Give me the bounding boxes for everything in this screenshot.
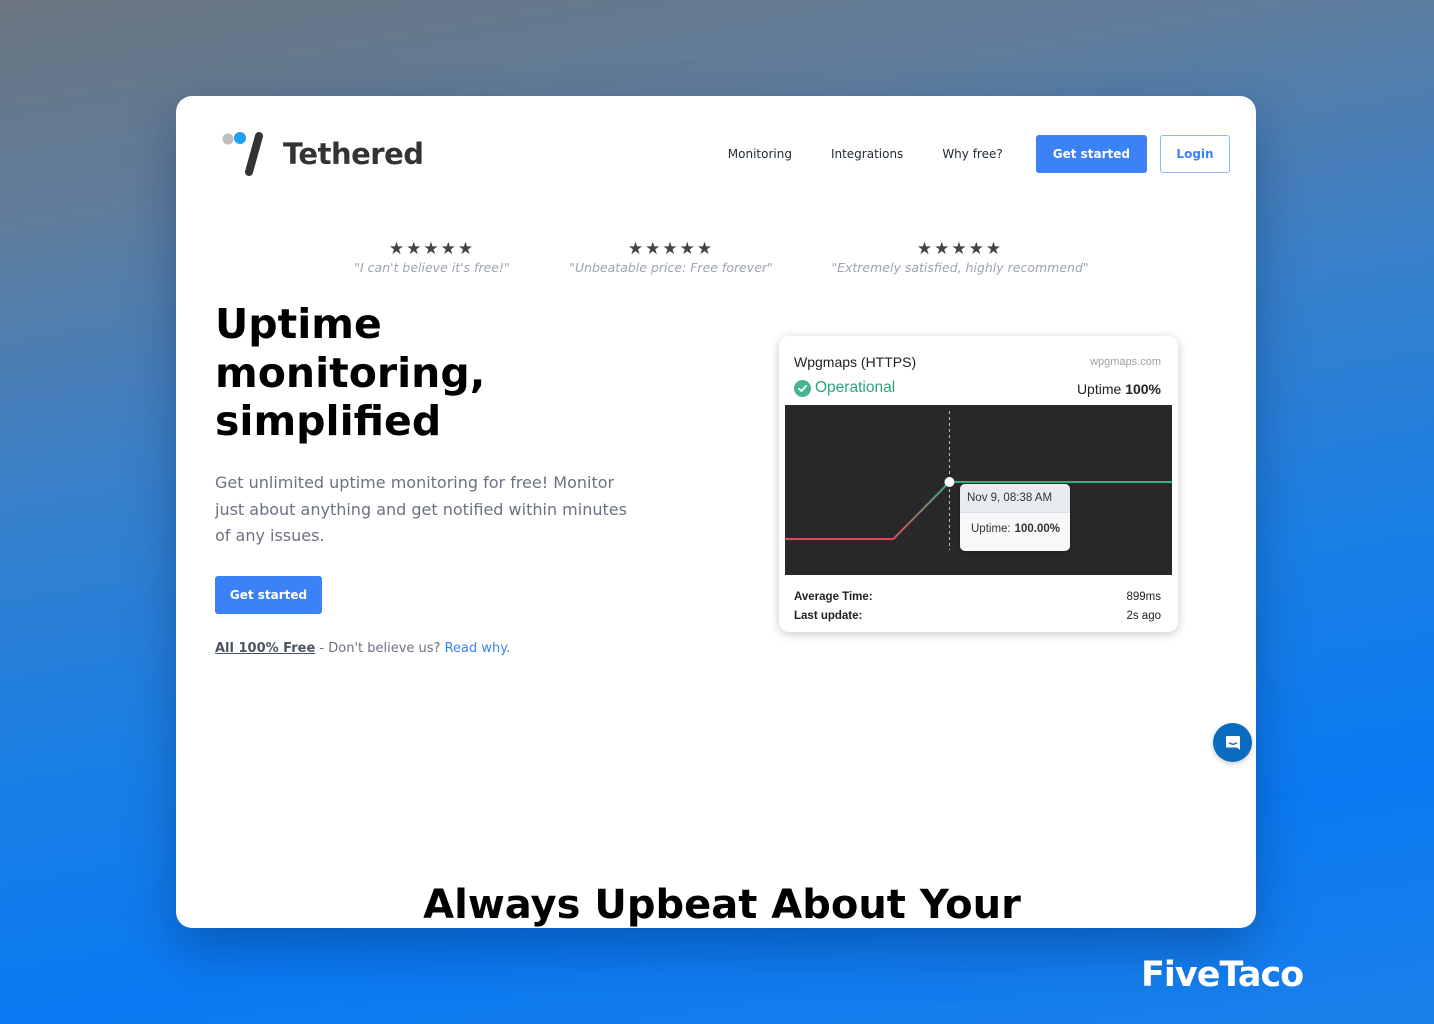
review-quote: "Extremely satisfied, highly recommend" <box>831 260 1089 275</box>
stat-value: 2s ago <box>1126 610 1161 622</box>
headline-line: Uptime <box>215 300 382 348</box>
review-3: ★★★★★ "Extremely satisfied, highly recom… <box>828 240 1092 275</box>
nav-link-integrations[interactable]: Integrations <box>831 147 903 161</box>
review-quote: "I can't believe it's free!" <box>354 260 510 275</box>
tethered-logo-icon <box>222 132 263 176</box>
chart-line-segment <box>892 481 951 540</box>
star-rating-icon: ★★★★★ <box>388 239 476 259</box>
chart-tooltip: Nov 9, 08:38 AM Uptime: 100.00% <box>960 484 1070 551</box>
uptime-value: 100% <box>1125 381 1161 397</box>
free-note: All 100% Free - Don't believe us? Read w… <box>215 641 510 656</box>
review-2: ★★★★★ "Unbeatable price: Free forever" <box>566 240 776 275</box>
fivetaco-watermark: FiveTaco <box>1141 955 1304 995</box>
star-rating-icon: ★★★★★ <box>627 239 715 259</box>
star-rating-icon: ★★★★★ <box>916 239 1004 259</box>
free-note-text: - Don't believe us? <box>315 641 445 656</box>
stat-value: 899ms <box>1126 591 1161 603</box>
read-why-link[interactable]: Read why <box>445 641 507 656</box>
brand-name: Tethered <box>283 137 424 171</box>
status-badge: Operational <box>794 379 895 397</box>
uptime-label: Uptime <box>1076 381 1122 397</box>
top-nav: Monitoring Integrations Why free? Get st… <box>728 135 1230 173</box>
nav-link-why-free[interactable]: Why free? <box>942 147 1002 161</box>
hero-subtext: Get unlimited uptime monitoring for free… <box>215 473 627 545</box>
chat-widget-button[interactable] <box>1213 723 1252 762</box>
monitor-title: Wpgmaps (HTTPS) <box>794 354 917 370</box>
hero-get-started-button[interactable]: Get started <box>215 576 322 614</box>
stat-last-update: Last update: 2s ago <box>794 610 1161 622</box>
chat-bubble-icon <box>1225 735 1240 750</box>
uptime-summary: Uptime 100% <box>1077 381 1161 397</box>
browser-frame: Tethered Monitoring Integrations Why fre… <box>176 96 1256 928</box>
review-quote: "Unbeatable price: Free forever" <box>569 260 773 275</box>
logo[interactable]: Tethered <box>221 130 424 178</box>
all-free-link[interactable]: All 100% Free <box>215 641 315 656</box>
tooltip-value: 100.00% <box>1014 523 1061 535</box>
nav-link-monitoring[interactable]: Monitoring <box>728 147 792 161</box>
get-started-button[interactable]: Get started <box>1035 135 1147 173</box>
stat-average-time: Average Time: 899ms <box>794 591 1161 603</box>
stat-label: Last update: <box>794 610 863 622</box>
tooltip-label: Uptime: <box>971 523 1011 535</box>
check-circle-icon <box>794 379 811 397</box>
hero-headline: Uptime monitoring, simplified <box>215 300 645 446</box>
stat-label: Average Time: <box>794 591 873 603</box>
tooltip-time: Nov 9, 08:38 AM <box>960 484 1070 513</box>
tooltip-body: Uptime: 100.00% <box>960 513 1070 535</box>
review-1: ★★★★★ "I can't believe it's free!" <box>352 240 512 275</box>
monitor-domain: wpgmaps.com <box>1090 356 1161 368</box>
headline-line: simplified <box>215 397 442 445</box>
free-note-end: . <box>506 641 511 656</box>
uptime-chart[interactable]: Nov 9, 08:38 AM Uptime: 100.00% <box>785 405 1172 575</box>
headline-line: monitoring, <box>215 348 486 397</box>
monitor-card: Wpgmaps (HTTPS) wpgmaps.com Operational … <box>779 336 1178 632</box>
status-text: Operational <box>815 379 896 396</box>
hover-point <box>944 477 955 487</box>
section-heading: Always Upbeat About Your <box>423 882 1021 928</box>
login-button[interactable]: Login <box>1160 135 1230 173</box>
